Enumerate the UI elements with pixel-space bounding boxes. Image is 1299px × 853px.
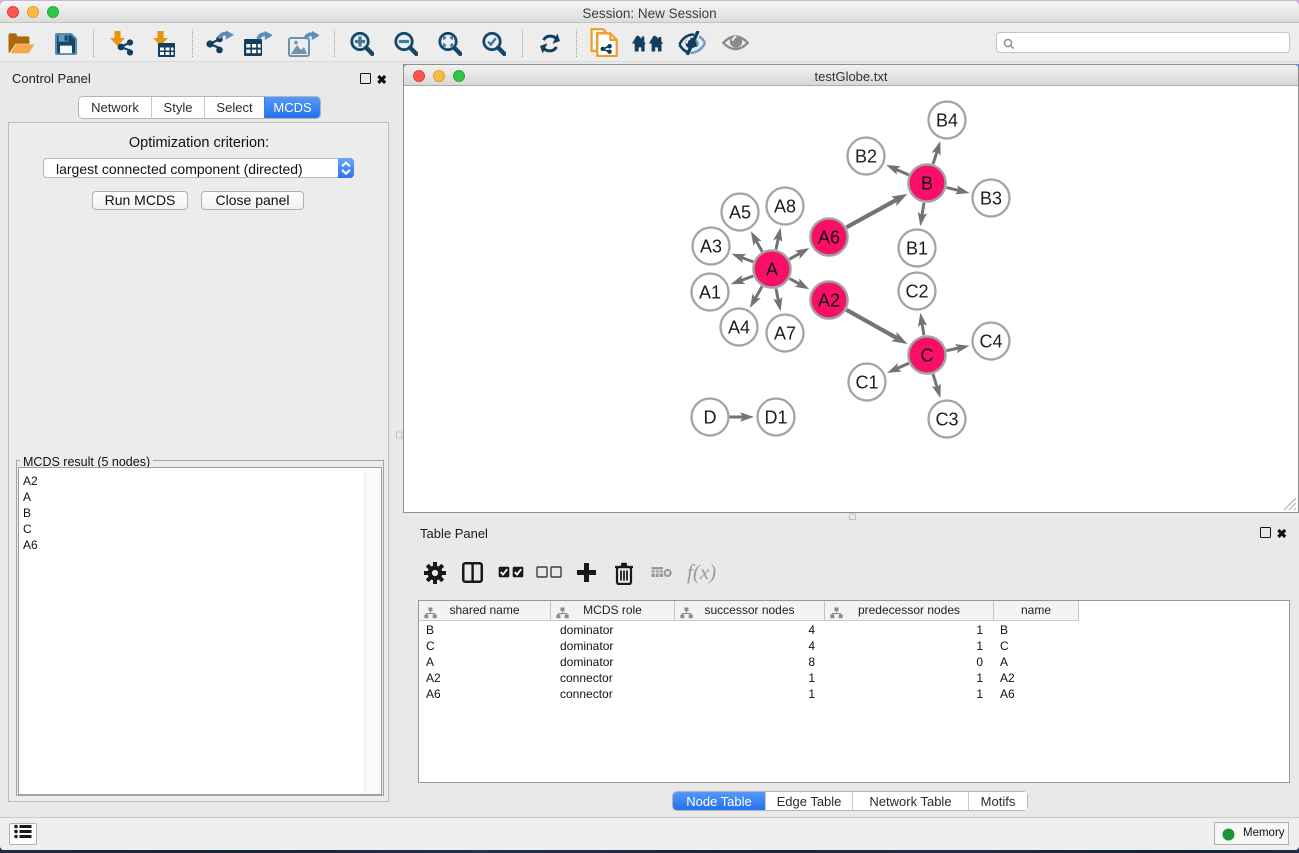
svg-text:B: B [921, 174, 933, 194]
svg-text:C1: C1 [855, 373, 878, 393]
svg-text:A4: A4 [728, 318, 750, 338]
svg-text:A8: A8 [774, 197, 796, 217]
svg-text:C3: C3 [935, 410, 958, 430]
svg-text:B4: B4 [936, 111, 958, 131]
svg-text:A2: A2 [818, 291, 840, 311]
svg-text:D: D [704, 408, 717, 428]
svg-text:B3: B3 [980, 189, 1002, 209]
svg-text:A5: A5 [729, 203, 751, 223]
svg-text:A7: A7 [774, 324, 796, 344]
svg-text:C4: C4 [979, 332, 1002, 352]
svg-text:D1: D1 [764, 408, 787, 428]
svg-text:A1: A1 [699, 283, 721, 303]
svg-text:B1: B1 [906, 239, 928, 259]
svg-text:A: A [766, 260, 778, 280]
svg-text:A6: A6 [818, 228, 840, 248]
svg-text:C: C [921, 346, 934, 366]
svg-text:B2: B2 [855, 147, 877, 167]
svg-text:A3: A3 [700, 237, 722, 257]
svg-text:C2: C2 [905, 282, 928, 302]
